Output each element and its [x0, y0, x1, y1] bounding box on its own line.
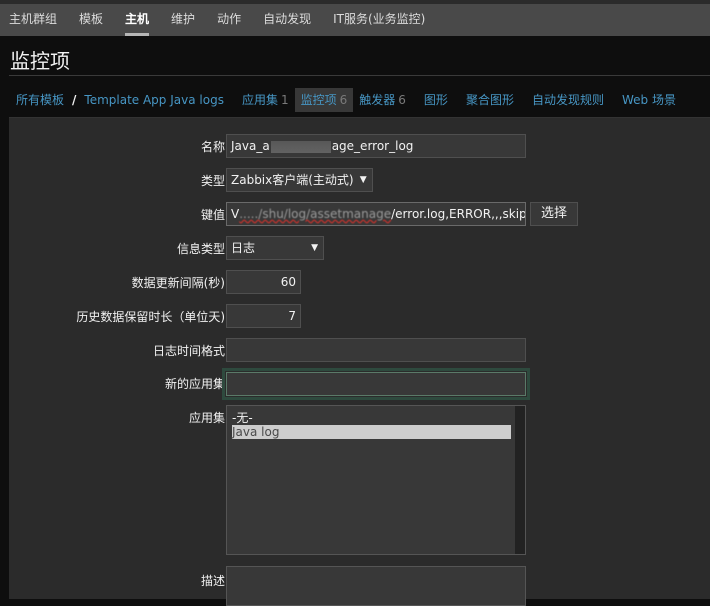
history-input[interactable]: 7	[226, 304, 301, 328]
info-type-select[interactable]: 日志 ▼	[226, 236, 324, 260]
tab-count: 6	[398, 93, 406, 107]
tab-label: 监控项	[300, 93, 337, 107]
nav-templates[interactable]: 模板	[68, 4, 114, 36]
update-interval-input[interactable]: 60	[226, 270, 301, 294]
page-title: 监控项	[10, 49, 70, 73]
nav-host-groups[interactable]: 主机群组	[0, 4, 68, 36]
tab-count: 1	[280, 93, 289, 107]
breadcrumb-separator: /	[72, 93, 77, 107]
select-key-button[interactable]: 选择	[530, 202, 579, 226]
name-value-suffix: age_error_log	[331, 139, 414, 153]
type-label: 类型	[200, 174, 225, 188]
tab-items[interactable]: 监控项 6	[294, 88, 354, 112]
application-option-java-log[interactable]: Java log	[232, 425, 511, 439]
new-application-field[interactable]	[226, 372, 526, 396]
nav-hosts[interactable]: 主机	[114, 4, 160, 36]
application-option-none[interactable]: -无-	[227, 411, 525, 425]
info-type-value: 日志	[231, 241, 256, 255]
tab-count: 6	[339, 93, 348, 107]
page-header: 监控项 所有模板 / Template App Java logs 应用集 1 监…	[0, 36, 710, 120]
tab-discovery-rules[interactable]: 自动发现规则	[526, 88, 610, 112]
tab-applications[interactable]: 应用集 1	[236, 88, 295, 112]
key-value-prefix: V	[231, 207, 240, 221]
redacted-text	[270, 140, 331, 153]
breadcrumb-template[interactable]: Template App Java logs	[78, 88, 230, 112]
key-value-suffix: /error.log,ERROR,,,skip,]	[391, 207, 526, 221]
tab-web-scenarios[interactable]: Web 场景	[616, 88, 682, 112]
breadcrumb: 所有模板 / Template App Java logs 应用集 1 监控项 6 …	[0, 87, 682, 113]
main-navigation: 主机群组 模板 主机 维护 动作 自动发现 IT服务(业务监控)	[0, 4, 710, 36]
new-application-input[interactable]	[222, 368, 530, 400]
update-interval-label: 数据更新间隔(秒)	[131, 276, 225, 290]
info-type-label: 信息类型	[176, 242, 225, 256]
name-value-prefix: Java_a	[231, 139, 270, 153]
name-label: 名称	[200, 140, 225, 154]
applications-listbox[interactable]: -无- Java log	[226, 405, 526, 555]
log-time-format-label: 日志时间格式	[152, 344, 225, 358]
key-input[interactable]: V...../shu/log/assetmanage/error.log,ERR…	[226, 202, 526, 226]
nav-actions[interactable]: 动作	[206, 4, 252, 36]
tab-screens[interactable]: 聚合图形	[460, 88, 520, 112]
applications-label: 应用集	[188, 411, 225, 425]
breadcrumb-all-templates[interactable]: 所有模板	[0, 88, 70, 112]
tab-label: 应用集	[241, 93, 278, 107]
key-label: 键值	[200, 208, 225, 222]
nav-maintenance[interactable]: 维护	[160, 4, 206, 36]
log-time-format-input[interactable]	[226, 338, 526, 362]
tab-label: 触发器	[359, 93, 396, 107]
description-textarea[interactable]	[226, 566, 526, 606]
name-input[interactable]: Java_a age_error_log	[226, 134, 526, 158]
new-application-label: 新的应用集	[164, 377, 225, 391]
nav-discovery[interactable]: 自动发现	[252, 4, 322, 36]
tab-graphs[interactable]: 图形	[418, 88, 454, 112]
type-value: Zabbix客户端(主动式)	[231, 173, 354, 187]
chevron-down-icon: ▼	[359, 175, 367, 185]
key-value-redacted: ...../shu/log/assetmanage	[239, 207, 392, 221]
chevron-down-icon: ▼	[311, 243, 318, 253]
listbox-scrollbar[interactable]	[515, 406, 525, 554]
tab-triggers[interactable]: 触发器 6	[353, 88, 412, 112]
description-label: 描述	[200, 574, 225, 588]
title-divider	[9, 75, 710, 76]
type-select[interactable]: Zabbix客户端(主动式) ▼	[226, 168, 373, 192]
history-label: 历史数据保留时长（单位天)	[76, 310, 225, 324]
item-form: 名称 Java_a age_error_log 类型 Zabbix客户端(主动式)…	[9, 117, 710, 606]
nav-it-services[interactable]: IT服务(业务监控)	[322, 4, 436, 36]
